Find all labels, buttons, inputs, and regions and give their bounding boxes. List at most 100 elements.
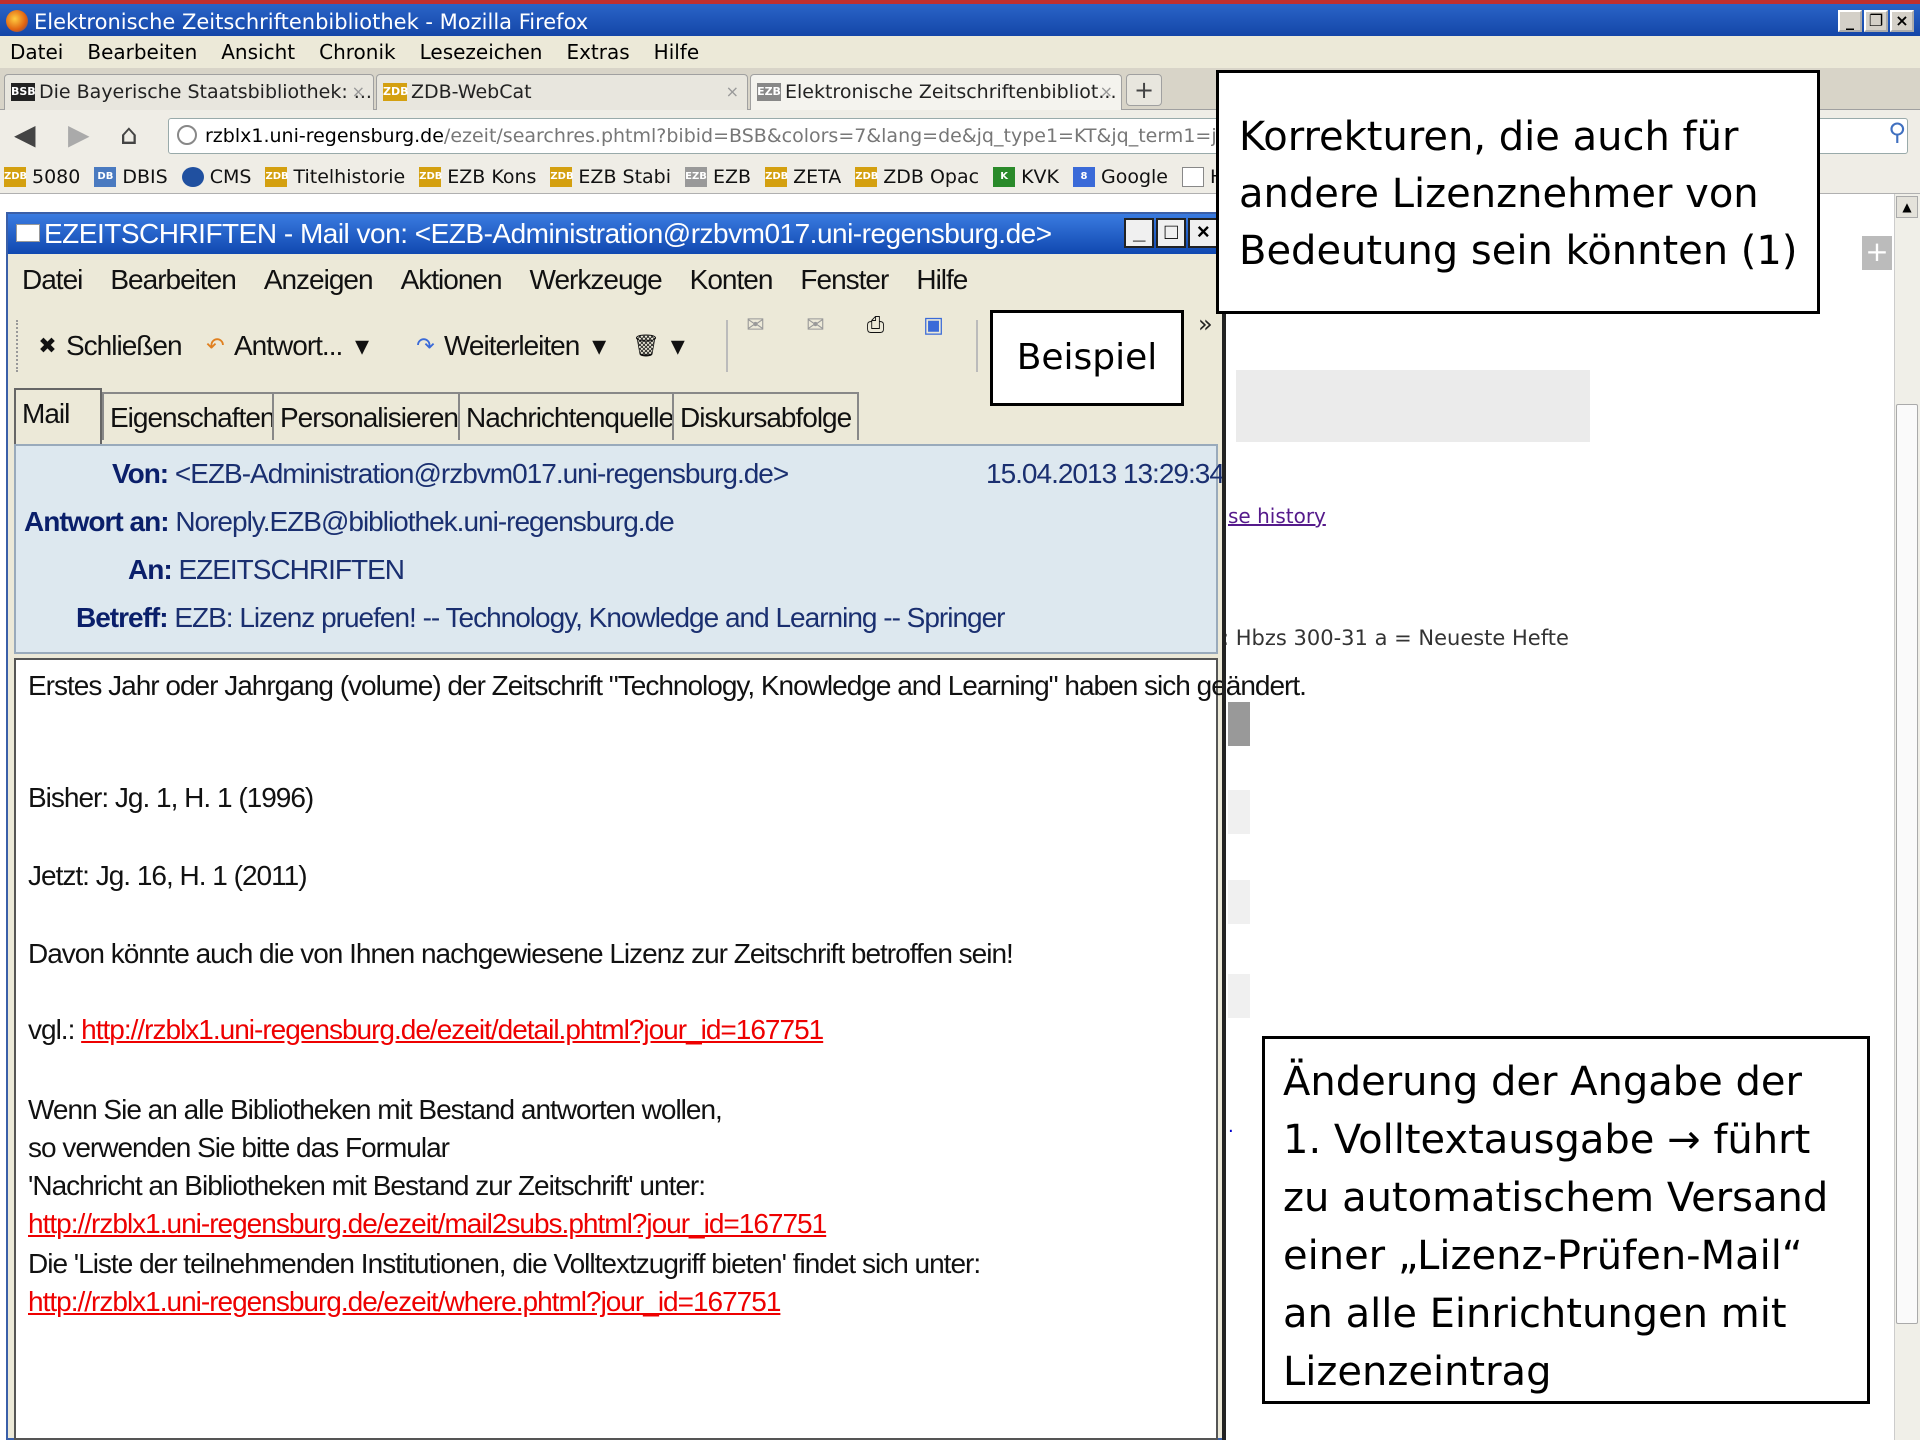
mail2subs-link[interactable]: http://rzblx1.uni-regensburg.de/ezeit/ma… xyxy=(28,1208,827,1239)
site-identity-icon[interactable] xyxy=(177,125,197,145)
tab-mail[interactable]: Mail xyxy=(14,388,102,444)
page-gray-box xyxy=(1236,370,1590,442)
callout-beispiel: Beispiel xyxy=(990,310,1184,406)
menu-chronik[interactable]: Chronik xyxy=(319,36,395,68)
menu-ansicht[interactable]: Ansicht xyxy=(221,36,295,68)
page-dots: . xyxy=(1228,1116,1234,1137)
to-value[interactable]: EZEITSCHRIFTEN xyxy=(178,554,405,585)
mail-minimize-button[interactable]: _ xyxy=(1124,218,1154,248)
previous-mail-button[interactable]: ✉ xyxy=(742,312,768,338)
firefox-icon xyxy=(6,10,28,32)
menu-bearbeiten[interactable]: Bearbeiten xyxy=(87,36,197,68)
menu-datei[interactable]: Datei xyxy=(10,36,63,68)
menu-extras[interactable]: Extras xyxy=(566,36,629,68)
save-icon: ▣ xyxy=(923,312,944,337)
mail-menu-konten[interactable]: Konten xyxy=(690,254,774,306)
mail-maximize-button[interactable]: □ xyxy=(1156,218,1186,248)
print-button[interactable]: ⎙ xyxy=(862,312,888,338)
bookmark-cms[interactable]: CMS xyxy=(181,160,251,193)
tab-label: ZDB-WebCat xyxy=(411,81,532,103)
tab-ezb[interactable]: EZB Elektronische Zeitschriftenbibliot..… xyxy=(750,74,1122,111)
forward-icon[interactable]: ▶ xyxy=(68,118,90,152)
forward-button[interactable]: ↷ Weiterleiten ▾ xyxy=(412,312,606,380)
bookmark-5080[interactable]: ZDB 5080 xyxy=(4,160,80,193)
from-value[interactable]: <EZB-Administration@rzbvm017.uni-regensb… xyxy=(175,458,789,489)
reply-dropdown-icon[interactable]: ▾ xyxy=(348,312,369,380)
tab-eigenschaften[interactable]: Eigenschaften xyxy=(102,392,283,440)
zdb-icon: ZDB xyxy=(765,166,788,187)
zdb-icon: ZDB xyxy=(419,166,442,187)
next-mail-button[interactable]: ✉ xyxy=(802,312,828,338)
ezb-icon: EZB xyxy=(685,166,708,187)
maximize-button[interactable]: ❐ xyxy=(1864,10,1888,32)
tab-personalisieren[interactable]: Personalisieren xyxy=(272,392,466,440)
tab-diskursabfolge[interactable]: Diskursabfolge xyxy=(672,392,860,440)
forward-dropdown-icon[interactable]: ▾ xyxy=(585,312,606,380)
forward-icon: ↷ xyxy=(416,333,434,358)
forward-label: Weiterleiten xyxy=(444,330,580,361)
bookmark-dbis[interactable]: DB DBIS xyxy=(94,160,168,193)
toolbar-overflow-icon[interactable]: » xyxy=(1198,310,1213,338)
ezb-icon: EZB xyxy=(757,83,781,101)
tab-zdb[interactable]: ZDB ZDB-WebCat × xyxy=(376,74,748,110)
mail-menu-aktionen[interactable]: Aktionen xyxy=(401,254,503,306)
home-icon[interactable]: ⌂ xyxy=(120,118,138,152)
close-button[interactable]: × xyxy=(1890,10,1914,32)
reply-button[interactable]: ↶ Antwort... ▾ xyxy=(202,312,369,380)
trash-button[interactable]: 🗑 ▾ xyxy=(632,312,685,380)
scrollbar-thumb[interactable] xyxy=(1896,404,1918,1324)
menu-hilfe[interactable]: Hilfe xyxy=(654,36,700,68)
bookmark-titelhistorie[interactable]: ZDB Titelhistorie xyxy=(265,160,405,193)
mail-body[interactable]: Erstes Jahr oder Jahrgang (volume) der Z… xyxy=(14,658,1307,1440)
minimize-button[interactable]: _ xyxy=(1838,10,1862,32)
tab-close-icon[interactable]: × xyxy=(1100,75,1113,109)
mail-menu-werkzeuge[interactable]: Werkzeuge xyxy=(530,254,663,306)
mail-menu-hilfe[interactable]: Hilfe xyxy=(916,254,968,306)
tab-close-icon[interactable]: × xyxy=(352,75,365,109)
page-gray-bar xyxy=(1228,702,1250,746)
bookmark-kvk[interactable]: K KVK xyxy=(993,160,1059,193)
back-icon[interactable]: ◀ xyxy=(14,118,36,152)
close-mail-button[interactable]: ✖ Schließen xyxy=(34,312,182,380)
bookmark-ezb-stabi[interactable]: ZDB EZB Stabi xyxy=(550,160,671,193)
tab-bsb[interactable]: BSB Die Bayerische Staatsbibliothek: ...… xyxy=(4,74,374,110)
detail-link[interactable]: http://rzblx1.uni-regensburg.de/ezeit/de… xyxy=(81,1014,824,1045)
where-link[interactable]: http://rzblx1.uni-regensburg.de/ezeit/wh… xyxy=(28,1286,781,1317)
plus-icon[interactable]: + xyxy=(1862,236,1892,270)
tab-nachrichtenquelle[interactable]: Nachrichtenquelle xyxy=(458,392,682,440)
reply-icon: ↶ xyxy=(206,333,224,358)
mail-menu-bearbeiten[interactable]: Bearbeiten xyxy=(110,254,236,306)
mail-menu-fenster[interactable]: Fenster xyxy=(800,254,889,306)
bookmark-google[interactable]: 8 Google xyxy=(1072,160,1168,193)
mail-header: Von: <EZB-Administration@rzbvm017.uni-re… xyxy=(14,444,1225,654)
mail-close-button[interactable]: × xyxy=(1188,218,1218,248)
replyto-value[interactable]: Noreply.EZB@bibliothek.uni-regensburg.de xyxy=(175,506,674,537)
menu-lesezeichen[interactable]: Lesezeichen xyxy=(420,36,543,68)
history-link[interactable]: se history xyxy=(1228,504,1326,528)
toolbar-grip[interactable] xyxy=(16,320,20,372)
bookmark-ezb[interactable]: EZB EZB xyxy=(685,160,751,193)
callout-korrekturen: Korrekturen, die auch für andere Lizenzn… xyxy=(1216,70,1820,314)
tab-close-icon[interactable]: × xyxy=(726,75,739,109)
page-gray-bar xyxy=(1228,790,1250,834)
save-button[interactable]: ▣ xyxy=(920,312,946,338)
scroll-up-icon[interactable]: ▲ xyxy=(1896,196,1918,218)
bookmark-ezb-kons[interactable]: ZDB EZB Kons xyxy=(419,160,536,193)
trash-dropdown-icon[interactable]: ▾ xyxy=(664,312,685,380)
print-icon: ⎙ xyxy=(866,312,885,337)
bookmark-label: 5080 xyxy=(32,165,81,188)
bookmark-zeta[interactable]: ZDB ZETA xyxy=(765,160,841,193)
replyto-label: Antwort an: xyxy=(24,506,170,537)
zdb-icon: ZDB xyxy=(855,166,878,187)
mail-menu-bar: Datei Bearbeiten Anzeigen Aktionen Werkz… xyxy=(8,254,1222,306)
mail-menu-datei[interactable]: Datei xyxy=(22,254,83,306)
search-icon[interactable]: ⚲ xyxy=(1888,118,1906,146)
new-tab-button[interactable]: + xyxy=(1126,74,1162,106)
zdb-icon: ZDB xyxy=(265,166,289,187)
body-line: Davon könnte auch die von Ihnen nachgewi… xyxy=(28,938,1014,969)
bookmark-zdb-opac[interactable]: ZDB ZDB Opac xyxy=(855,160,979,193)
from-label: Von: xyxy=(112,458,169,489)
bookmark-label: EZB Stabi xyxy=(578,165,672,188)
mail-menu-anzeigen[interactable]: Anzeigen xyxy=(264,254,374,306)
bookmark-label: ZETA xyxy=(793,165,842,188)
